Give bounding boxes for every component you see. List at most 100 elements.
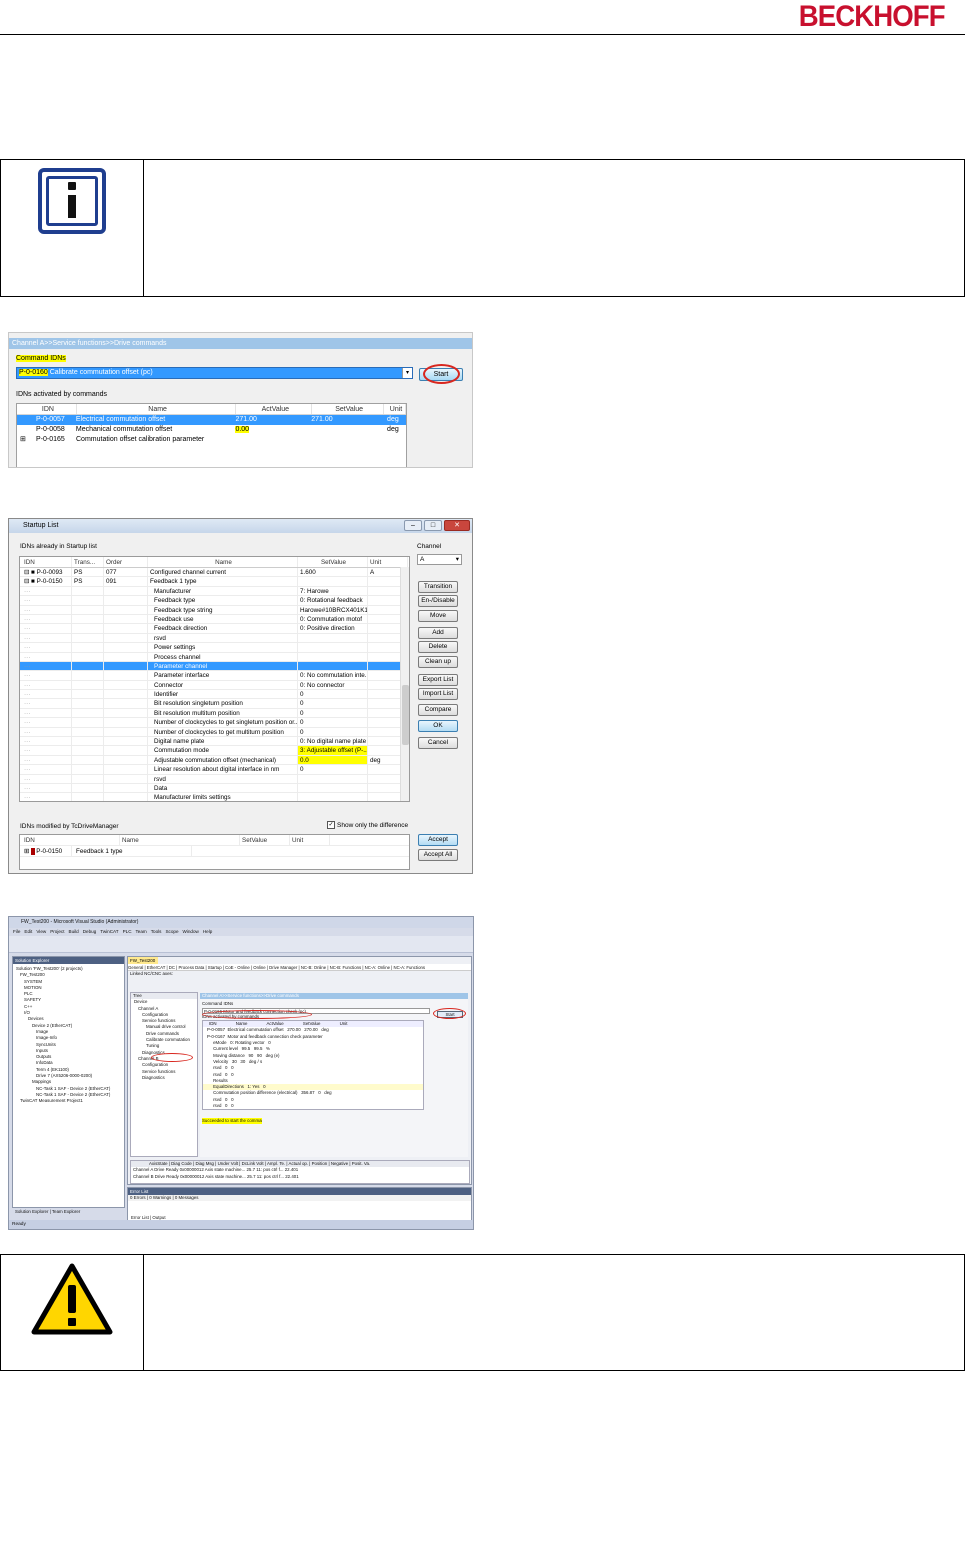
table-row[interactable]: ··· Number of clockcycles to get singlet…: [20, 718, 409, 728]
table-row[interactable]: ··· Parameter interface 0: No commutation…: [20, 671, 409, 681]
table-row[interactable]: rsvd 0 0: [203, 1103, 423, 1109]
table-row[interactable]: ··· Process channel: [20, 652, 409, 662]
warning-note-text: [144, 1255, 964, 1370]
table-row[interactable]: ··· Feedback type 0: Rotational feedback: [20, 596, 409, 606]
menu-item[interactable]: Team: [136, 929, 147, 934]
menu-item[interactable]: PLC: [123, 929, 132, 934]
col-order[interactable]: Order: [104, 557, 148, 567]
table-row[interactable]: ··· Bit resolution multiturn position 0: [20, 708, 409, 719]
doc-tab[interactable]: FW_Test200: [128, 957, 158, 964]
table-row[interactable]: ⊞ ▮ P-0-0150 Feedback 1 type: [20, 846, 409, 857]
col-idn[interactable]: IDN: [17, 404, 77, 414]
tree-item[interactable]: Diagnostics: [134, 1075, 197, 1081]
en-disable-button[interactable]: En-/Disable: [418, 595, 458, 607]
explorer-tabs[interactable]: Solution Explorer | Team Explorer: [13, 1209, 126, 1215]
menu-item[interactable]: Build: [69, 929, 79, 934]
col-unit[interactable]: Unit: [368, 557, 408, 567]
table-row[interactable]: ··· Feedback type string Harowe#10BRCX401…: [20, 605, 409, 615]
table-row[interactable]: ··· Connector 0: No connector: [20, 680, 409, 691]
table-row[interactable]: ··· Identifier 0: [20, 690, 409, 700]
menu-item[interactable]: View: [36, 929, 46, 934]
menu-item[interactable]: Help: [203, 929, 212, 934]
table-row[interactable]: ··· Power settings: [20, 643, 409, 653]
startup-list-scrollbar[interactable]: [400, 567, 409, 801]
accept-button[interactable]: Accept: [418, 834, 458, 846]
table-row[interactable]: ··· Parameter channel: [20, 661, 409, 672]
table-row[interactable]: ··· Digital name plate 0: No digital name…: [20, 737, 409, 747]
menu-item[interactable]: Scope: [165, 929, 178, 934]
start-highlight-circle: [423, 364, 460, 384]
col-actvalue[interactable]: ActValue: [236, 404, 313, 414]
table-row[interactable]: P-0-0058 Mechanical commutation offset 0…: [17, 425, 406, 435]
col-name[interactable]: Name: [120, 835, 240, 845]
col-unit[interactable]: Unit: [384, 404, 406, 414]
menu-item[interactable]: Project: [50, 929, 64, 934]
col-name[interactable]: Name: [77, 404, 237, 414]
table-row[interactable]: ··· Adjustable commutation offset (mecha…: [20, 755, 409, 766]
col-setvalue[interactable]: SetValue: [298, 557, 368, 567]
menu-item[interactable]: Debug: [83, 929, 97, 934]
col-setvalue[interactable]: SetValue: [312, 404, 385, 414]
col-name[interactable]: Name: [148, 557, 298, 567]
table-row[interactable]: ⊟ ■ P-0-0150 PS 091 Feedback 1 type: [20, 577, 409, 587]
table-row[interactable]: ··· Manufacturer limits settings: [20, 793, 409, 801]
export-list-button[interactable]: Export List: [418, 674, 458, 686]
col-idn[interactable]: IDN: [20, 835, 120, 845]
clean-up-button[interactable]: Clean up: [418, 656, 458, 668]
col-setvalue[interactable]: SetValue: [240, 835, 290, 845]
menu-item[interactable]: Tools: [151, 929, 162, 934]
table-row[interactable]: ··· Feedback use 0: Commutation motof: [20, 614, 409, 625]
tree-item[interactable]: TwinCAT Measurement Project1: [16, 1098, 124, 1104]
warning-triangle-icon: [31, 1263, 113, 1335]
table-row[interactable]: Channel B Drive Ready 0x00000012 Axis st…: [131, 1174, 469, 1180]
table-row[interactable]: ··· Feedback direction 0: Positive direct…: [20, 624, 409, 634]
col-unit[interactable]: Unit: [290, 835, 330, 845]
col-trans[interactable]: Trans...: [72, 557, 104, 567]
import-list-button[interactable]: Import List: [418, 688, 458, 700]
menu-item[interactable]: Edit: [24, 929, 32, 934]
table-row[interactable]: P-0-0057 Electrical commutation offset 2…: [17, 415, 406, 425]
checkbox-checked-icon: ✓: [327, 821, 335, 829]
table-row[interactable]: ··· Bit resolution singleturn position 0: [20, 699, 409, 709]
table-row[interactable]: ··· Number of clockcycles to get multitu…: [20, 727, 409, 738]
drive-tree-items: Device Channel A Configuration Service func…: [131, 999, 197, 1081]
table-row[interactable]: ··· rsvd: [20, 774, 409, 784]
info-note-box: [0, 159, 965, 297]
delete-button[interactable]: Delete: [418, 641, 458, 653]
modified-label: IDNs modified by TcDriveManager: [20, 823, 119, 830]
maximize-icon[interactable]: □: [424, 520, 442, 531]
expand-plus-icon[interactable]: ⊞: [17, 435, 33, 445]
transition-button[interactable]: Transition: [418, 581, 458, 593]
table-row[interactable]: ⊞ P-0-0165 Commutation offset calibratio…: [17, 435, 406, 445]
only-diff-checkbox[interactable]: ✓ Show only the difference: [327, 821, 408, 829]
col-idn[interactable]: IDN: [20, 557, 72, 567]
error-filter-tabs[interactable]: 0 Errors | 0 Warnings | 0 Messages: [128, 1195, 471, 1202]
startup-list-titlebar: Startup List – □ ✕: [9, 519, 472, 533]
accept-all-button[interactable]: Accept All: [418, 849, 458, 861]
menu-item[interactable]: TwinCAT: [100, 929, 118, 934]
modified-idns-table: IDN Name SetValue Unit ⊞ ▮ P-0-0150 Feed…: [19, 834, 410, 870]
warning-note-box: [0, 1254, 965, 1371]
menu-item[interactable]: Window: [183, 929, 199, 934]
ok-button[interactable]: OK: [418, 720, 458, 732]
add-button[interactable]: Add: [418, 627, 458, 639]
breadcrumb: Channel A>>Service functions>>Drive comm…: [9, 338, 472, 349]
cancel-button[interactable]: Cancel: [418, 737, 458, 749]
table-row[interactable]: ··· Manufacturer 7: Harowe: [20, 586, 409, 597]
minimize-icon[interactable]: –: [404, 520, 422, 531]
close-icon[interactable]: ✕: [444, 520, 470, 531]
device-tabs[interactable]: General | EtherCAT | DC | Process Data |…: [128, 964, 471, 971]
command-idn-select[interactable]: P-0-0160 Calibrate commutation offset (p…: [16, 367, 413, 379]
table-header: IDN Name ActValue SetValue Unit: [17, 404, 406, 415]
chevron-down-icon[interactable]: ▾: [402, 368, 412, 378]
table-row[interactable]: ··· Linear resolution about digital inte…: [20, 765, 409, 775]
channel-select[interactable]: A ▾: [417, 554, 462, 565]
compare-button[interactable]: Compare: [418, 704, 458, 716]
startup-list-rows: ⊟ ■ P-0-0093 PS 077 Configured channel curr…: [20, 568, 409, 801]
move-button[interactable]: Move: [418, 610, 458, 622]
table-row[interactable]: ··· Commutation mode 3: Adjustable offset…: [20, 746, 409, 756]
table-row[interactable]: ⊟ ■ P-0-0093 PS 077 Configured channel curr…: [20, 568, 409, 578]
table-row[interactable]: ··· rsvd: [20, 633, 409, 644]
menu-item[interactable]: File: [13, 929, 20, 934]
table-row[interactable]: ··· Data: [20, 783, 409, 794]
